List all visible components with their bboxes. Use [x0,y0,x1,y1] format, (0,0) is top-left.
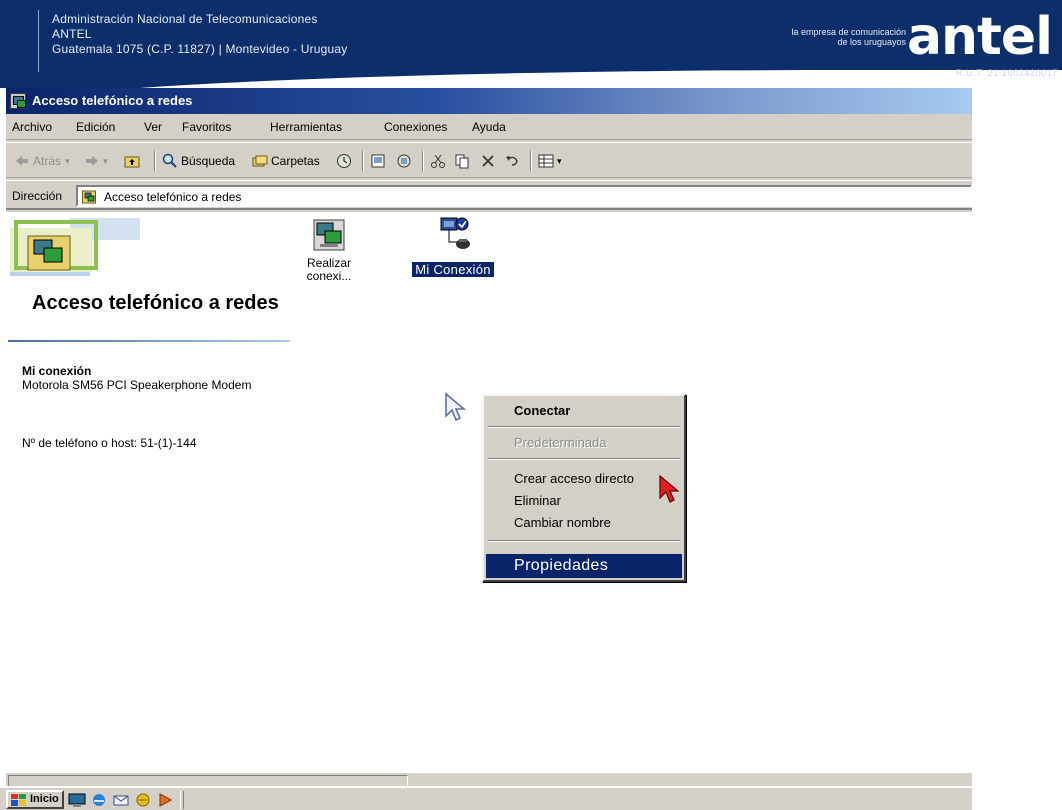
menu-archivo[interactable]: Archivo [12,120,52,134]
copy-icon [455,154,469,169]
desktop-icon[interactable] [68,792,86,808]
folders-button[interactable]: Carpetas [252,152,320,170]
connection-name: Mi conexión [22,364,92,378]
menu-bar: Archivo Edición Ver Favoritos Herramient… [6,116,972,140]
back-arrow-icon [16,156,28,166]
search-button[interactable]: Búsqueda [162,152,235,170]
folders-label: Carpetas [271,154,320,168]
delete-x-icon [482,155,494,167]
views-grid-icon [538,154,554,168]
banner-org-info: Administración Nacional de Telecomunicac… [52,12,348,57]
start-button[interactable]: Inicio [6,790,64,809]
search-icon [162,153,177,168]
ctx-cambiar-nombre[interactable]: Cambiar nombre [486,512,682,534]
side-panel-title: Acceso telefónico a redes [32,292,279,314]
menu-conexiones[interactable]: Conexiones [384,120,447,134]
dialup-folder-icon [10,93,26,109]
back-label: Atrás [33,154,62,168]
ctx-separator [488,540,680,542]
search-label: Búsqueda [181,154,236,168]
banner-org-short: ANTEL [52,27,92,41]
title-bar[interactable]: Acceso telefónico a redes [6,88,972,114]
address-bar: Dirección Acceso telefónico a redes [6,180,972,210]
brand-tagline-line-2: de los uruguayos [837,37,906,47]
ctx-propiedades[interactable]: Propiedades [486,554,682,578]
my-connection-label: Mi Conexión [412,262,494,277]
move-to-icon [371,154,385,168]
antel-banner: Administración Nacional de Telecomunicac… [0,0,1062,88]
undo-icon [506,156,518,166]
ctx-separator [488,458,680,460]
ctx-predeterminada: Predeterminada [514,435,607,450]
undo-button[interactable] [504,152,523,170]
move-to-button[interactable] [370,152,389,170]
up-folder-button[interactable] [124,152,143,170]
channels-icon[interactable] [134,792,152,808]
phone-number: Nº de teléfono o host: 51-(1)-144 [22,436,197,450]
brand-tagline-line-1: la empresa de comunicación [791,27,906,37]
banner-org-address: Guatemala 1075 (C.P. 11827) | Montevideo… [52,42,348,56]
antel-logo: antel [906,7,1053,67]
ctx-separator [488,426,680,428]
scissors-icon [431,154,445,168]
copy-to-icon [397,154,411,168]
windows-flag-icon [11,794,26,806]
copy-to-button[interactable] [396,152,415,170]
side-panel-divider [8,340,290,342]
dialup-folder-banner-icon [10,218,140,278]
menu-herramientas[interactable]: Herramientas [270,120,342,134]
up-folder-icon [124,156,140,168]
brand-tagline: la empresa de comunicación de los urugua… [791,27,906,47]
toolbar-separator [154,151,156,171]
taskbar: Inicio [0,786,972,810]
menu-ayuda[interactable]: Ayuda [472,120,506,134]
taskbar-separator [180,791,184,809]
ctx-crear-acceso-directo[interactable]: Crear acceso directo [486,468,682,490]
address-label: Dirección [12,189,63,203]
address-field[interactable]: Acceso telefónico a redes [76,185,972,207]
toolbar-separator [530,151,532,171]
forward-arrow-icon [86,156,98,166]
my-connection-item[interactable]: Mi Conexión [398,212,508,279]
banner-curve [0,70,1062,88]
mouse-pointer-icon [445,392,467,422]
internet-explorer-icon[interactable] [90,792,108,808]
menu-edicion[interactable]: Edición [76,120,115,134]
cut-button[interactable] [430,152,449,170]
back-button[interactable]: Atrás ▾ [14,152,70,170]
ctx-conectar[interactable]: Conectar [486,400,682,422]
start-label: Inicio [30,793,59,805]
make-connection-item[interactable]: Realizar conexi... [294,218,364,285]
context-menu: Conectar Predeterminada Crear acceso dir… [482,394,686,582]
make-connection-icon [313,219,345,251]
modem-name: Motorola SM56 PCI Speakerphone Modem [22,378,252,392]
menu-ver[interactable]: Ver [144,120,162,134]
copy-button[interactable] [454,152,473,170]
red-pointer-icon [659,474,680,503]
media-player-icon[interactable] [156,792,174,808]
views-button[interactable]: ▾ [538,152,562,170]
dialup-folder-icon [82,190,96,204]
make-connection-label: Realizar conexi... [306,256,352,283]
network-connection-icon [440,217,470,249]
ctx-eliminar[interactable]: Eliminar [486,490,682,512]
banner-org-name: Administración Nacional de Telecomunicac… [52,12,318,26]
banner-divider [38,10,39,72]
delete-button[interactable] [480,152,499,170]
history-icon [337,154,351,168]
brand-rut: R.U.T. 21 1003420017 [955,68,1058,78]
standard-toolbar: Atrás ▾ ▾ Búsqueda Carpetas ▾ [6,142,972,178]
history-button[interactable] [336,152,355,170]
address-value: Acceso telefónico a redes [104,190,242,204]
toolbar-separator [422,151,424,171]
explorer-window: Acceso telefónico a redes Archivo Edició… [6,88,972,810]
window-title: Acceso telefónico a redes [32,93,193,108]
folders-icon [252,155,268,167]
outlook-express-icon[interactable] [112,792,130,808]
menu-favoritos[interactable]: Favoritos [182,120,231,134]
toolbar-separator [362,151,364,171]
forward-button[interactable]: ▾ [84,152,108,170]
